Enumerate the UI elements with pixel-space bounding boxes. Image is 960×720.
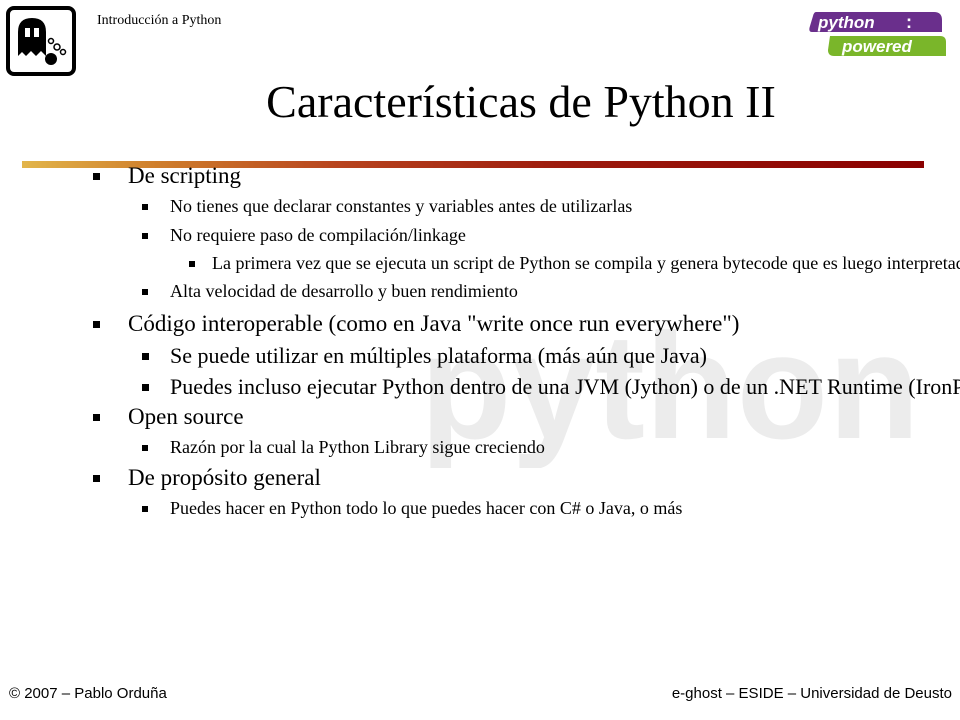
bullet-item: Puedes incluso ejecutar Python dentro de…	[142, 374, 960, 400]
bullet-text: No tienes que declarar constantes y vari…	[170, 196, 633, 216]
bullet-item: Puedes hacer en Python todo lo que puede…	[142, 498, 683, 519]
bullet-text: De propósito general	[128, 465, 321, 490]
slide: Introducción a Python python : powered p…	[0, 0, 960, 720]
footer-copyright: © 2007 – Pablo Orduña	[9, 685, 167, 702]
bullet-text: Puedes hacer en Python todo lo que puede…	[170, 498, 683, 518]
bullet-marker	[142, 233, 148, 239]
bullet-text: De scripting	[128, 163, 242, 188]
bullet-text: Razón por la cual la Python Library sigu…	[170, 437, 545, 457]
bullet-text: La primera vez que se ejecuta un script …	[212, 253, 960, 273]
bullet-item: No requiere paso de compilación/linkage	[142, 225, 466, 246]
bullet-text: Se puede utilizar en múltiples plataform…	[170, 343, 707, 368]
bullet-marker	[93, 414, 100, 421]
bullet-item: De propósito general	[93, 465, 321, 491]
bullet-item: Alta velocidad de desarrollo y buen rend…	[142, 281, 518, 302]
bullet-item: Razón por la cual la Python Library sigu…	[142, 437, 545, 458]
bullet-item: Código interoperable (como en Java "writ…	[93, 311, 740, 337]
bullet-item: No tienes que declarar constantes y vari…	[142, 196, 633, 217]
bullet-marker	[142, 204, 148, 210]
bullet-text: Open source	[128, 404, 244, 429]
bullet-marker	[142, 445, 148, 451]
footer-organization: e-ghost – ESIDE – Universidad de Deusto	[671, 685, 952, 702]
bullet-text: Alta velocidad de desarrollo y buen rend…	[170, 281, 518, 301]
bullet-text: No requiere paso de compilación/linkage	[170, 225, 466, 245]
bullet-item: La primera vez que se ejecuta un script …	[189, 253, 960, 274]
bullet-marker	[189, 261, 195, 267]
bullet-marker	[93, 321, 100, 328]
bullet-list: De scripting No tienes que declarar cons…	[0, 0, 960, 720]
bullet-marker	[93, 173, 100, 180]
bullet-item: De scripting	[93, 163, 242, 189]
bullet-item: Se puede utilizar en múltiples plataform…	[142, 343, 707, 369]
bullet-text: Puedes incluso ejecutar Python dentro de…	[170, 374, 960, 399]
bullet-marker	[142, 384, 149, 391]
bullet-marker	[93, 475, 100, 482]
bullet-marker	[142, 289, 148, 295]
bullet-item: Open source	[93, 404, 244, 430]
bullet-text: Código interoperable (como en Java "writ…	[128, 311, 740, 336]
bullet-marker	[142, 506, 148, 512]
bullet-marker	[142, 353, 149, 360]
